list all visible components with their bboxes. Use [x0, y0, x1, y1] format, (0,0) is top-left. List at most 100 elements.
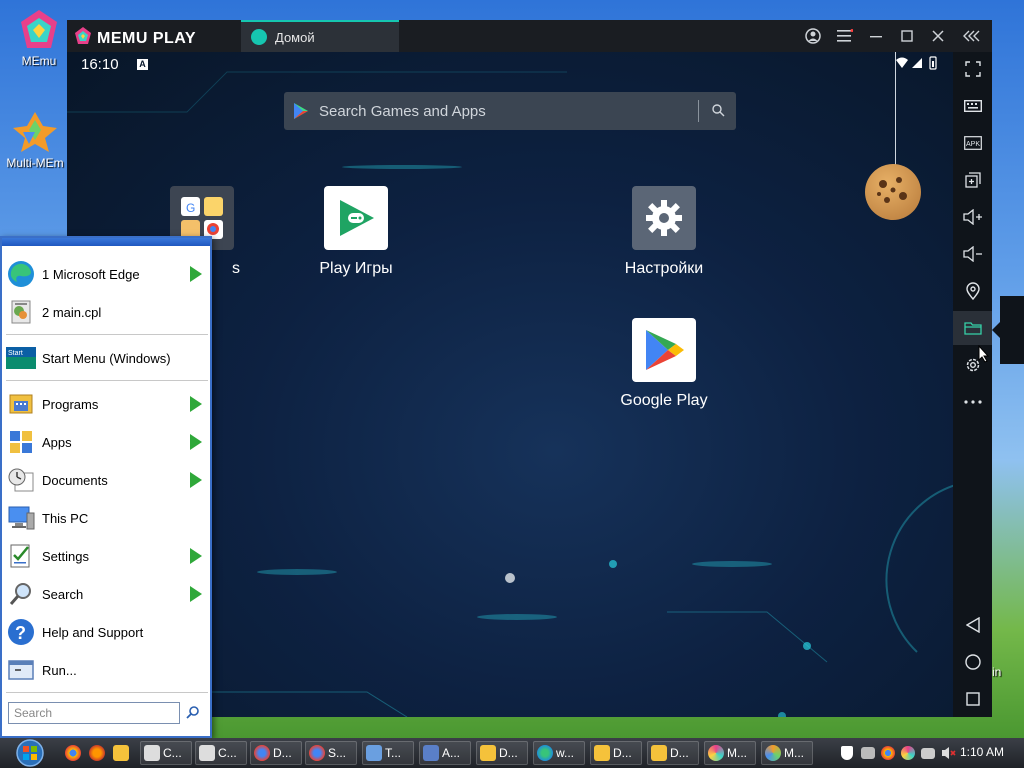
collapse-sidebar-icon[interactable] [961, 25, 983, 47]
play-store-icon [294, 103, 308, 122]
keyboard-icon[interactable] [953, 89, 992, 123]
app-label: Настройки [624, 260, 704, 277]
minimize-icon[interactable] [865, 25, 887, 47]
start-menu-item-label: Documents [42, 472, 108, 488]
location-icon[interactable] [953, 274, 992, 308]
edge-icon [6, 259, 36, 289]
back-icon[interactable] [953, 608, 992, 642]
settings-checklist-icon [6, 541, 36, 571]
taskbar-button[interactable]: S... [305, 741, 357, 765]
search-icon[interactable] [711, 103, 725, 120]
recents-icon[interactable] [953, 682, 992, 716]
start-menu-item-settings[interactable]: Settings [6, 538, 208, 574]
tray-network-off-icon[interactable] [858, 741, 878, 765]
desktop-icon-label: MEmu [21, 54, 57, 68]
search-divider [698, 100, 699, 122]
sidebar-expand-handle[interactable] [992, 296, 1024, 364]
desktop-icon-multi-memu[interactable]: Multi-MEm [0, 110, 70, 170]
tray-memu-icon[interactable] [898, 741, 918, 765]
start-menu-item-label: Start Menu (Windows) [42, 350, 171, 366]
tray-display-icon[interactable] [918, 741, 938, 765]
start-menu: 1 Microsoft Edge 2 main.cpl Start Start … [0, 236, 212, 738]
tray-shield-icon[interactable] [838, 741, 856, 765]
clock[interactable]: 1:10 AM [960, 745, 1004, 759]
start-menu-item-label: 2 main.cpl [42, 304, 102, 320]
status-icons [894, 56, 944, 73]
multi-memu-icon [765, 745, 781, 761]
fullscreen-icon[interactable] [953, 52, 992, 86]
settings-app-icon [632, 186, 696, 250]
taskbar-button[interactable]: C... [195, 741, 247, 765]
start-menu-item-this-pc[interactable]: This PC [6, 500, 208, 536]
app-settings[interactable]: Настройки [609, 186, 719, 278]
search-bar[interactable]: Search Games and Apps [284, 92, 736, 130]
start-menu-item-label: Help and Support [42, 624, 144, 640]
quicklaunch-firefox-icon[interactable] [86, 741, 108, 765]
app-play-games[interactable]: Play Игры [301, 186, 411, 278]
title-bar: MEMU PLAY Домой [67, 20, 992, 52]
start-menu-item-documents[interactable]: Documents [6, 462, 208, 498]
start-menu-item-search[interactable]: Search [6, 576, 208, 612]
taskbar-button[interactable]: D... [250, 741, 302, 765]
close-icon[interactable] [927, 25, 949, 47]
memu-logo-icon [73, 26, 93, 51]
folder-icon[interactable] [953, 311, 992, 345]
start-menu-item-label: Run... [42, 662, 77, 678]
folder-icon [651, 745, 667, 761]
start-menu-item-run[interactable]: Run... [6, 652, 208, 688]
taskbar-button[interactable]: D... [647, 741, 699, 765]
battery-icon [932, 61, 934, 67]
volume-up-icon[interactable] [953, 200, 992, 234]
apps-icon [6, 427, 36, 457]
memu-logo-icon [17, 8, 61, 52]
cookie-icon[interactable] [865, 164, 921, 220]
mouse-cursor-icon [978, 344, 990, 366]
start-menu-item-help[interactable]: ? Help and Support [6, 614, 208, 650]
quicklaunch-chrome-icon[interactable] [62, 741, 84, 765]
tab-home[interactable]: Домой [241, 20, 399, 52]
menu-icon[interactable] [834, 25, 856, 47]
volume-down-icon[interactable] [953, 237, 992, 271]
taskbar-button[interactable]: C... [140, 741, 192, 765]
maximize-icon[interactable] [896, 25, 918, 47]
start-menu-item-label: Settings [42, 548, 89, 564]
account-icon[interactable] [802, 25, 824, 47]
taskbar-button[interactable]: D... [476, 741, 528, 765]
quicklaunch-explorer-icon[interactable] [110, 741, 132, 765]
separator [6, 692, 208, 693]
start-menu-item-programs[interactable]: Programs [6, 386, 208, 422]
start-menu-item-start-menu-windows[interactable]: Start Start Menu (Windows) [6, 340, 208, 376]
add-window-icon[interactable] [953, 163, 992, 197]
taskbar-button[interactable]: M... [704, 741, 756, 765]
taskbar-button[interactable]: M... [761, 741, 813, 765]
search-icon[interactable] [186, 705, 200, 722]
start-menu-item-label: Apps [42, 434, 72, 450]
start-menu-item-label: 1 Microsoft Edge [42, 266, 140, 282]
taskbar-button[interactable]: A... [419, 741, 471, 765]
memu-icon [708, 745, 724, 761]
taskbar-button[interactable]: w... [533, 741, 585, 765]
tray-chrome-icon[interactable] [878, 741, 898, 765]
desktop-icon-memu[interactable]: MEmu [4, 8, 74, 68]
app-label: Play Игры [319, 260, 393, 277]
start-menu-item-main-cpl[interactable]: 2 main.cpl [6, 294, 208, 330]
taskbar-button[interactable]: D... [590, 741, 642, 765]
start-menu-search-input[interactable]: Search [8, 702, 180, 724]
start-button[interactable] [10, 739, 50, 767]
svg-text:Start: Start [8, 350, 23, 357]
app-label: Google Play [620, 392, 708, 409]
tray-volume-muted-icon[interactable] [938, 741, 960, 765]
brand-text: MEMU PLAY [97, 29, 197, 47]
start-menu-item-apps[interactable]: Apps [6, 424, 208, 460]
tab-label: Домой [275, 29, 315, 45]
submenu-arrow-icon [190, 586, 202, 602]
more-icon[interactable] [953, 385, 992, 419]
search-input[interactable]: Search Games and Apps [319, 103, 486, 120]
start-menu-item-edge[interactable]: 1 Microsoft Edge [6, 256, 208, 292]
apk-icon[interactable]: APK [953, 126, 992, 160]
taskbar-button[interactable]: T... [362, 741, 414, 765]
app-google-play[interactable]: Google Play [609, 318, 719, 410]
control-panel-icon [6, 297, 36, 327]
start-menu-item-label: Search [42, 586, 84, 602]
home-icon[interactable] [953, 645, 992, 679]
